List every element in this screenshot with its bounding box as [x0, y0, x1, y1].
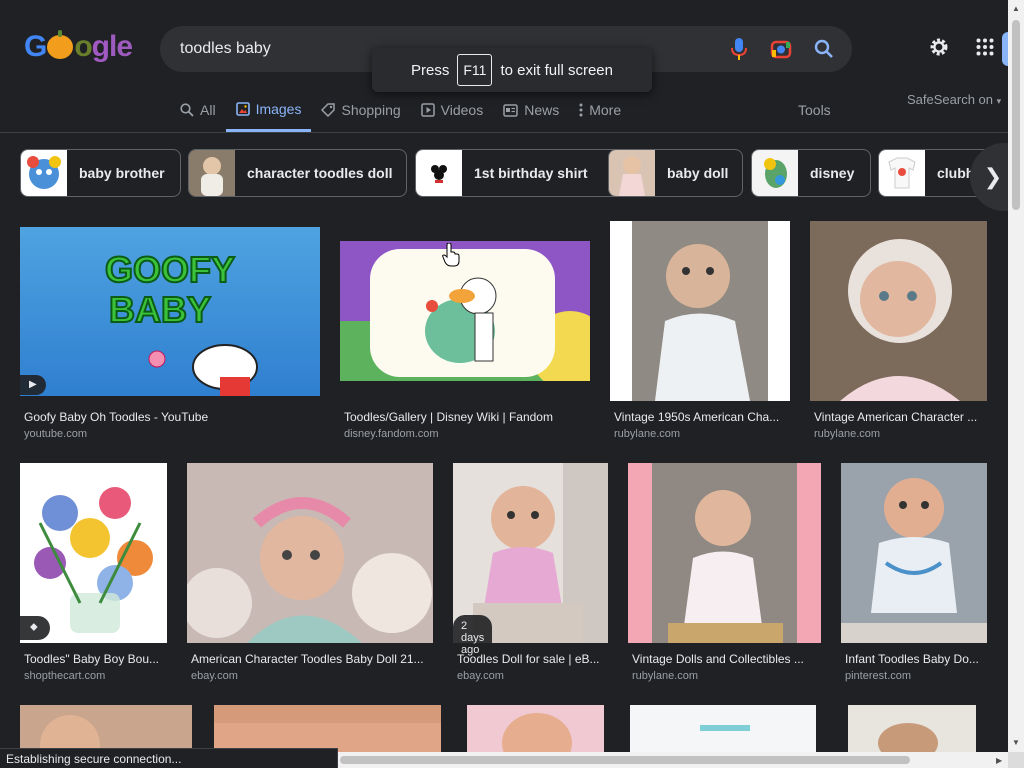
result-site: disney.fandom.com	[344, 428, 439, 440]
result-title[interactable]: Vintage American Character ...	[814, 410, 986, 424]
result-title[interactable]: American Character Toodles Baby Doll 21.…	[191, 652, 433, 666]
tab-all[interactable]: All	[180, 100, 226, 132]
result-site: ebay.com	[457, 670, 504, 682]
safesearch-toggle[interactable]: SafeSearch on ▾	[907, 92, 1001, 107]
result-image[interactable]	[610, 221, 790, 401]
result-image-partial[interactable]	[467, 705, 604, 752]
result-title[interactable]: Vintage 1950s American Cha...	[614, 410, 790, 424]
chip-clubhouse[interactable]: clubh	[878, 149, 985, 197]
chip-character-toodles-doll[interactable]: character toodles doll	[188, 149, 407, 197]
tab-more[interactable]: More	[569, 100, 631, 132]
result-title[interactable]: Infant Toodles Baby Do...	[845, 652, 986, 666]
google-images-page: Gogle All Images Shopping	[0, 0, 1024, 768]
pumpkin-icon	[47, 30, 74, 59]
scroll-up-arrow-icon[interactable]: ▲	[1012, 4, 1020, 13]
goofy-title-line2: BABY	[109, 289, 211, 330]
result-site: shopthecart.com	[24, 670, 106, 682]
chevron-right-icon: ❯	[983, 164, 1003, 189]
scroll-down-arrow-icon[interactable]: ▼	[1012, 738, 1020, 747]
apps-grid-icon[interactable]	[976, 38, 994, 56]
chip-thumbnail	[21, 150, 67, 196]
result-site: rubylane.com	[814, 428, 881, 440]
chip-1st-birthday-shirt[interactable]: 1st birthday shirt	[415, 149, 627, 197]
chip-disney[interactable]: disney	[751, 149, 871, 197]
microphone-icon[interactable]	[730, 37, 748, 61]
result-title[interactable]: Toodles Doll for sale | eB...	[457, 652, 607, 666]
result-image-partial[interactable]	[214, 705, 441, 752]
result-site: youtube.com	[24, 428, 87, 440]
hand-cursor-icon	[442, 243, 460, 267]
tab-label: News	[524, 102, 560, 118]
news-icon	[503, 103, 518, 117]
result-image[interactable]	[628, 463, 821, 643]
tag-icon	[321, 103, 336, 117]
shopping-badge: ⬥	[20, 616, 50, 640]
chip-thumbnail	[416, 150, 462, 196]
result-image-partial[interactable]	[20, 705, 192, 752]
scrollbar-thumb[interactable]	[1012, 20, 1020, 210]
tab-label: More	[589, 102, 622, 118]
result-title[interactable]: Toodles" Baby Boy Bou...	[24, 652, 169, 666]
tab-videos[interactable]: Videos	[411, 100, 494, 132]
result-image[interactable]: GOOFY BABY	[20, 227, 320, 396]
tab-images[interactable]: Images	[225, 100, 312, 132]
result-title[interactable]: Vintage Dolls and Collectibles ...	[632, 652, 820, 666]
result-site: ebay.com	[191, 670, 238, 682]
chip-thumbnail	[879, 150, 925, 196]
scrollbar-thumb[interactable]	[340, 756, 910, 764]
chip-thumbnail	[609, 150, 655, 196]
chip-thumbnail	[752, 150, 798, 196]
google-doodle-logo[interactable]: Go g le	[24, 30, 133, 64]
status-bar: Establishing secure connection...	[0, 748, 338, 768]
search-tabs: All Images Shopping Videos News More	[180, 100, 631, 132]
tab-label: All	[200, 102, 216, 118]
related-chips: baby brother character toodles doll 1st …	[20, 149, 985, 197]
vertical-scrollbar[interactable]: ▲ ▼	[1008, 0, 1024, 752]
result-image[interactable]	[810, 221, 987, 401]
settings-gear-icon[interactable]	[928, 36, 950, 58]
tab-label: Shopping	[341, 102, 401, 118]
horizontal-scrollbar[interactable]: ▶	[338, 752, 1008, 768]
header-divider	[0, 132, 1008, 133]
video-badge: ▶	[20, 375, 46, 395]
chip-baby-brother[interactable]: baby brother	[20, 149, 181, 197]
tab-label: Videos	[440, 102, 484, 118]
tab-news[interactable]: News	[493, 100, 569, 132]
dropdown-arrow-icon: ▾	[996, 96, 1002, 106]
result-title[interactable]: Goofy Baby Oh Toodles - YouTube	[24, 410, 320, 424]
scroll-right-arrow-icon[interactable]: ▶	[996, 756, 1002, 765]
result-image[interactable]	[187, 463, 433, 643]
search-icon	[180, 103, 194, 117]
result-image[interactable]	[841, 463, 987, 643]
tag-icon: ⬥	[30, 621, 38, 633]
tools-button[interactable]: Tools	[798, 102, 831, 118]
goofy-title-line1: GOOFY	[105, 249, 235, 290]
result-title[interactable]: Toodles/Gallery | Disney Wiki | Fandom	[344, 410, 594, 424]
result-site: rubylane.com	[632, 670, 699, 682]
camera-lens-icon[interactable]	[770, 38, 792, 60]
scrollbar-corner	[1008, 752, 1024, 768]
result-site: pinterest.com	[845, 670, 912, 682]
play-icon	[420, 103, 435, 117]
result-site: rubylane.com	[614, 428, 681, 440]
result-image-partial[interactable]	[630, 705, 816, 752]
f11-key: F11	[457, 54, 493, 86]
result-image[interactable]	[340, 241, 590, 381]
play-icon: ▶	[29, 379, 37, 390]
tab-label: Images	[255, 100, 302, 117]
result-image-partial[interactable]	[848, 705, 976, 752]
fullscreen-toast: Press F11 to exit full screen	[372, 48, 652, 92]
tab-shopping[interactable]: Shopping	[311, 100, 410, 132]
search-icon[interactable]	[814, 39, 834, 59]
chip-thumbnail	[189, 150, 235, 196]
chip-baby-doll[interactable]: baby doll	[608, 149, 743, 197]
image-icon	[235, 101, 250, 116]
more-vertical-icon	[579, 103, 583, 117]
